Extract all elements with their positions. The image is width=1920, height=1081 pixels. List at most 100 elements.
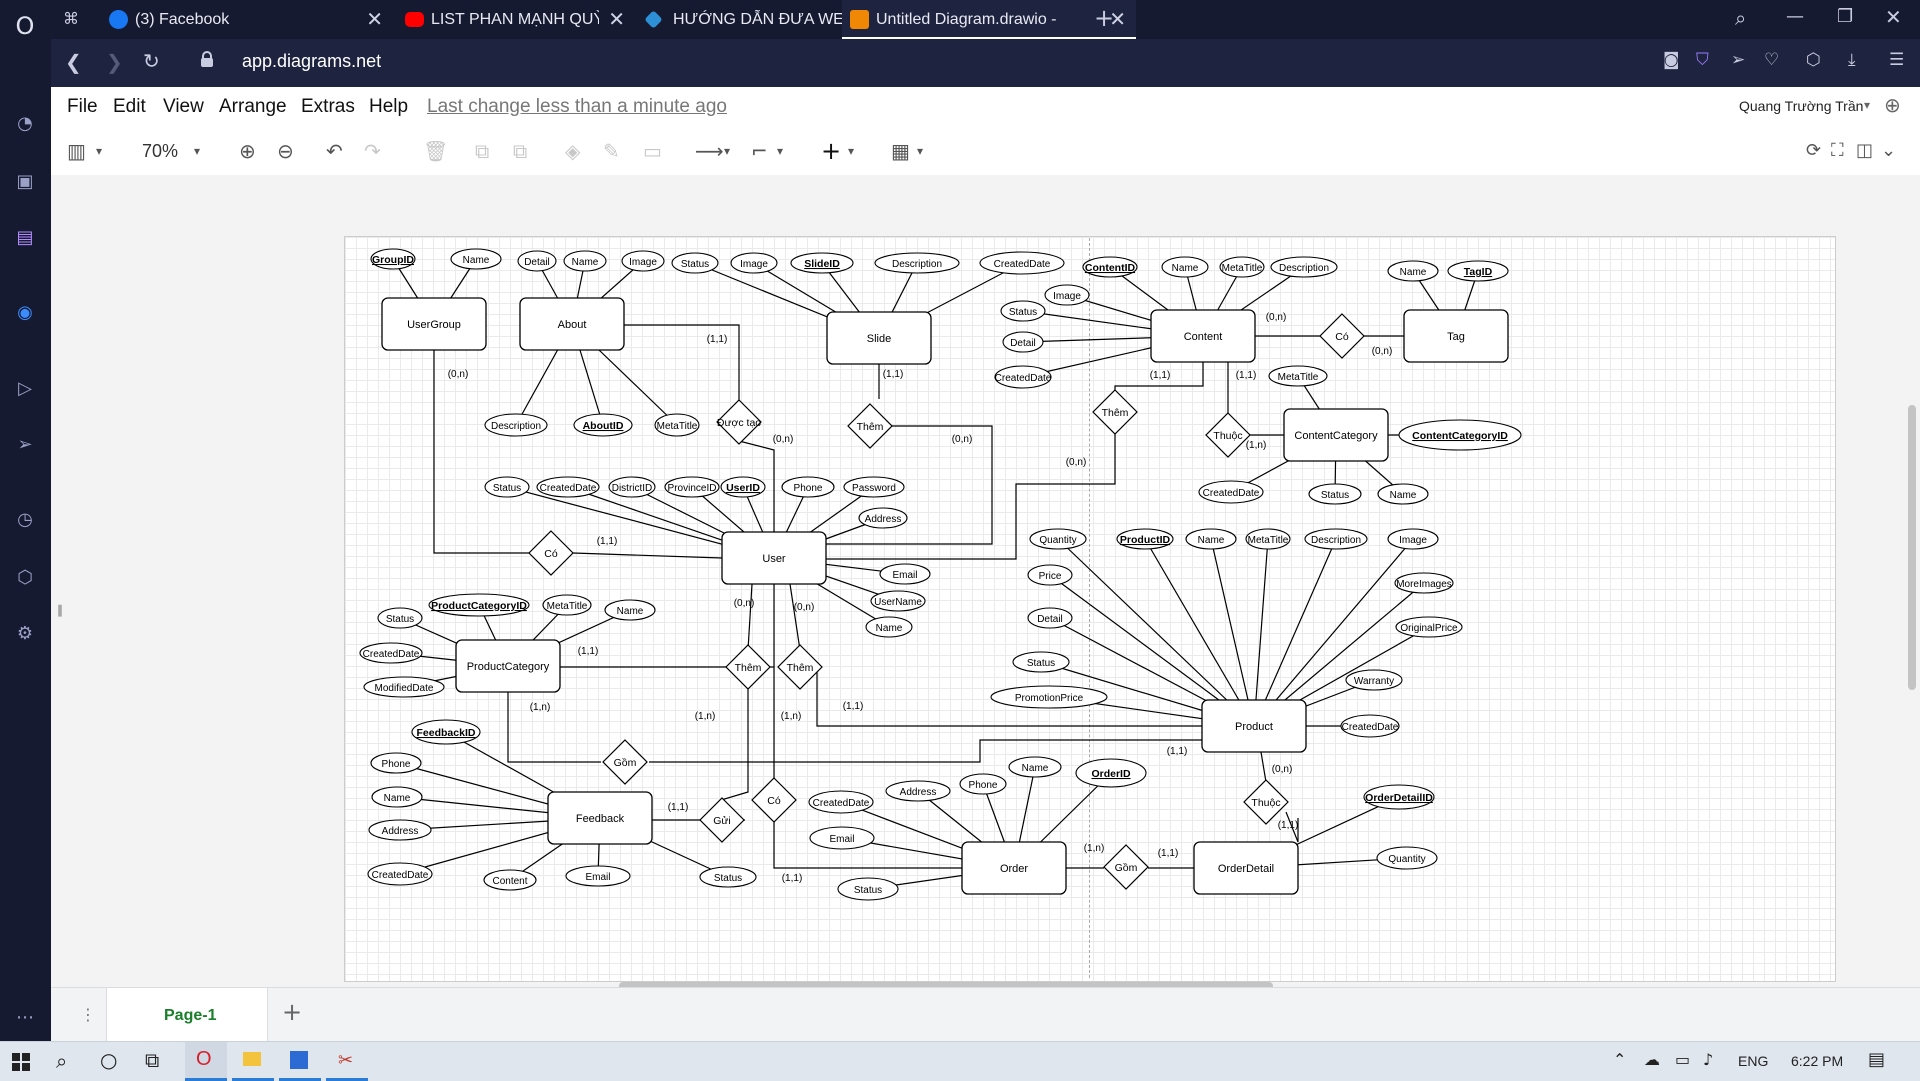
attribute-a51[interactable]: Image [1387, 528, 1439, 550]
attribute-a72[interactable]: OrderID [1075, 758, 1147, 788]
attribute-a18[interactable]: Image [1044, 284, 1090, 306]
entity-content[interactable]: Content [1150, 309, 1256, 363]
chevron-up-icon[interactable]: ⌃ [1613, 1050, 1626, 1069]
relationship-r_them_prod[interactable]: Thêm [777, 644, 823, 690]
attribute-a19[interactable]: Status [1000, 300, 1046, 322]
attribute-a47[interactable]: ProductID [1116, 528, 1174, 550]
attribute-a29[interactable]: Status [484, 476, 530, 498]
attribute-a12[interactable]: Description [874, 252, 960, 274]
relationship-r_them_slide[interactable]: Thêm [847, 403, 893, 449]
attribute-a58[interactable]: PromotionPrice [990, 685, 1108, 709]
attribute-a34[interactable]: Phone [781, 476, 835, 498]
attribute-a9[interactable]: Status [671, 252, 719, 274]
attribute-a32[interactable]: ProvinceID [664, 476, 720, 498]
entity-orderdetail[interactable]: OrderDetail [1193, 841, 1299, 895]
attribute-a41[interactable]: ProductCategoryID [428, 593, 530, 617]
volume-icon[interactable]: ♪ [1703, 1050, 1713, 1069]
relationship-r_co_order[interactable]: Có [751, 777, 797, 823]
opera-taskbar-icon[interactable]: O [185, 1042, 227, 1081]
battery-icon[interactable]: ▭ [1675, 1050, 1690, 1069]
entity-usergroup[interactable]: UserGroup [381, 297, 487, 351]
attribute-a73[interactable]: Email [809, 826, 875, 850]
attribute-a76[interactable]: Quantity [1376, 846, 1438, 870]
attribute-a23[interactable]: TagID [1447, 260, 1509, 282]
attribute-a48[interactable]: Name [1185, 528, 1237, 550]
language-indicator[interactable]: ENG [1738, 1053, 1768, 1069]
attribute-a3[interactable]: Detail [517, 250, 557, 272]
vertical-scrollbar[interactable] [1908, 405, 1916, 690]
word-icon[interactable] [279, 1042, 321, 1081]
attribute-a40[interactable]: Status [377, 607, 423, 629]
windows-start-icon[interactable] [12, 1053, 30, 1071]
attribute-a49[interactable]: MetaTitle [1245, 528, 1291, 550]
attribute-a57[interactable]: Warranty [1345, 669, 1403, 691]
relationship-r_them_content[interactable]: Thêm [1092, 389, 1138, 435]
entity-user[interactable]: User [721, 531, 827, 585]
attribute-a50[interactable]: Description [1304, 528, 1368, 550]
attribute-a2[interactable]: Name [450, 248, 502, 270]
attribute-a39[interactable]: Name [865, 616, 913, 638]
entity-order[interactable]: Order [961, 841, 1067, 895]
attribute-a42[interactable]: MetaTitle [542, 594, 592, 616]
attribute-a69[interactable]: Address [885, 780, 951, 802]
attribute-a45[interactable]: ModifiedDate [363, 676, 445, 698]
cortana-icon[interactable]: ○ [100, 1048, 117, 1072]
attribute-a7[interactable]: AboutID [573, 413, 633, 437]
attribute-a56[interactable]: Status [1012, 651, 1070, 673]
attribute-a6[interactable]: Description [484, 413, 548, 437]
attribute-a63[interactable]: Address [368, 819, 432, 841]
attribute-a75[interactable]: OrderDetailID [1363, 784, 1435, 810]
search-icon[interactable]: ⌕ [56, 1049, 67, 1073]
attribute-a38[interactable]: UserName [870, 590, 926, 612]
attribute-a68[interactable]: CreatedDate [808, 790, 874, 814]
clock[interactable]: 6:22 PM [1791, 1053, 1843, 1069]
entity-contentcategory[interactable]: ContentCategory [1283, 408, 1389, 462]
relationship-r_them_pc[interactable]: Thêm [725, 644, 771, 690]
attribute-a71[interactable]: Name [1008, 756, 1062, 778]
relationship-r_gui[interactable]: Gửi [699, 797, 745, 843]
entity-slide[interactable]: Slide [826, 311, 932, 365]
attribute-a62[interactable]: Name [371, 786, 423, 808]
attribute-a11[interactable]: SlideID [790, 252, 854, 274]
attribute-a67[interactable]: Status [699, 866, 757, 888]
attribute-a10[interactable]: Image [730, 252, 778, 274]
relationship-r_gom_pc[interactable]: Gồm [602, 739, 648, 785]
relationship-r_thuoc_cc[interactable]: Thuộc [1205, 412, 1251, 458]
attribute-a74[interactable]: Status [837, 877, 899, 901]
attribute-a54[interactable]: Detail [1027, 607, 1073, 629]
attribute-a30[interactable]: CreatedDate [536, 476, 600, 498]
pages-menu-icon[interactable]: ⋮ [80, 1005, 96, 1024]
attribute-a37[interactable]: Email [879, 563, 931, 585]
attribute-a31[interactable]: DistrictID [608, 476, 656, 498]
attribute-a17[interactable]: Description [1270, 256, 1338, 278]
add-page-button[interactable]: + [282, 998, 302, 1026]
entity-about[interactable]: About [519, 297, 625, 351]
entity-productcategory[interactable]: ProductCategory [455, 639, 561, 693]
snipping-tool-icon[interactable]: ✂ [326, 1042, 368, 1081]
task-view-icon[interactable]: ⧉ [145, 1048, 159, 1072]
file-explorer-icon[interactable] [232, 1042, 274, 1081]
attribute-a22[interactable]: Name [1387, 260, 1439, 282]
attribute-a24[interactable]: MetaTitle [1268, 365, 1328, 387]
relationship-r_co_tag[interactable]: Có [1319, 313, 1365, 359]
onedrive-icon[interactable]: ☁ [1644, 1050, 1660, 1069]
attribute-a13[interactable]: CreatedDate [979, 251, 1065, 275]
attribute-a61[interactable]: Phone [370, 752, 422, 774]
attribute-a16[interactable]: MetaTitle [1219, 256, 1265, 278]
attribute-a35[interactable]: Password [843, 476, 905, 498]
page-tab[interactable]: Page-1 [106, 988, 268, 1042]
attribute-a33[interactable]: UserID [720, 476, 766, 498]
relationship-r_gom_od[interactable]: Gồm [1103, 844, 1149, 890]
attribute-a1[interactable]: GroupID [370, 248, 416, 270]
notification-icon[interactable]: ▤ [1868, 1049, 1885, 1070]
entity-tag[interactable]: Tag [1403, 309, 1509, 363]
attribute-a52[interactable]: Price [1027, 564, 1073, 586]
attribute-a53[interactable]: MoreImages [1394, 572, 1454, 594]
attribute-a20[interactable]: Detail [1002, 331, 1044, 353]
attribute-a70[interactable]: Phone [959, 773, 1007, 795]
attribute-a65[interactable]: Content [483, 869, 537, 891]
relationship-r_thuoc_od[interactable]: Thuộc [1243, 779, 1289, 825]
attribute-a60[interactable]: FeedbackID [411, 719, 481, 745]
attribute-a28[interactable]: Name [1377, 483, 1429, 505]
relationship-r_duoctao[interactable]: Được tạo [716, 399, 762, 445]
